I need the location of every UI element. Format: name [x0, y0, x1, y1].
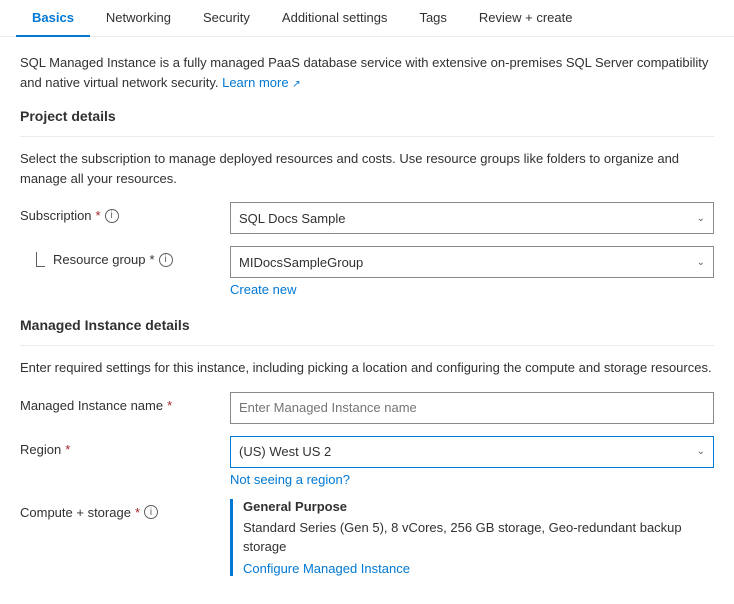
not-seeing-region-link[interactable]: Not seeing a region? — [230, 472, 350, 487]
compute-desc: Standard Series (Gen 5), 8 vCores, 256 G… — [243, 518, 714, 557]
managed-instance-name-row: Managed Instance name * — [20, 392, 714, 424]
managed-instance-details-desc: Enter required settings for this instanc… — [20, 358, 714, 378]
subscription-dropdown[interactable]: SQL Docs Sample ⌄ — [230, 202, 714, 234]
project-details-desc: Select the subscription to manage deploy… — [20, 149, 714, 188]
region-required: * — [65, 442, 70, 457]
intro-text: SQL Managed Instance is a fully managed … — [20, 53, 714, 92]
tab-review-create[interactable]: Review + create — [463, 0, 589, 37]
project-details-title: Project details — [20, 108, 714, 124]
configure-link[interactable]: Configure Managed Instance — [243, 561, 410, 576]
tab-additional-settings[interactable]: Additional settings — [266, 0, 404, 37]
region-dropdown-arrow: ⌄ — [697, 446, 705, 457]
tab-security[interactable]: Security — [187, 0, 266, 37]
tab-tags[interactable]: Tags — [403, 0, 462, 37]
resource-group-info-icon[interactable]: i — [159, 253, 173, 267]
subscription-info-icon[interactable]: i — [105, 209, 119, 223]
resource-group-row: Resource group * i MIDocsSampleGroup ⌄ C… — [20, 246, 714, 297]
compute-block: General Purpose Standard Series (Gen 5),… — [230, 499, 714, 576]
tab-bar: Basics Networking Security Additional se… — [0, 0, 734, 37]
managed-instance-name-input[interactable] — [230, 392, 714, 424]
tab-networking[interactable]: Networking — [90, 0, 187, 37]
region-label: Region * — [20, 436, 220, 457]
resource-group-dropdown-arrow: ⌄ — [697, 257, 705, 268]
resource-group-label: Resource group * i — [20, 246, 220, 267]
compute-required: * — [135, 505, 140, 520]
managed-instance-name-label: Managed Instance name * — [20, 392, 220, 413]
subscription-value: SQL Docs Sample — [239, 211, 345, 226]
compute-tier: General Purpose — [243, 499, 714, 514]
managed-instance-name-control — [230, 392, 714, 424]
resource-group-dropdown[interactable]: MIDocsSampleGroup ⌄ — [230, 246, 714, 278]
subscription-control: SQL Docs Sample ⌄ — [230, 202, 714, 234]
compute-storage-row: Compute + storage * i General Purpose St… — [20, 499, 714, 576]
region-dropdown[interactable]: (US) West US 2 ⌄ — [230, 436, 714, 468]
subscription-label: Subscription * i — [20, 202, 220, 223]
compute-info-icon[interactable]: i — [144, 505, 158, 519]
divider-2 — [20, 345, 714, 346]
divider-1 — [20, 136, 714, 137]
resource-group-control: MIDocsSampleGroup ⌄ Create new — [230, 246, 714, 297]
subscription-required: * — [96, 208, 101, 223]
create-new-link[interactable]: Create new — [230, 282, 296, 297]
name-required: * — [167, 398, 172, 413]
subscription-row: Subscription * i SQL Docs Sample ⌄ — [20, 202, 714, 234]
tab-basics[interactable]: Basics — [16, 0, 90, 37]
managed-instance-details-title: Managed Instance details — [20, 317, 714, 333]
learn-more-link[interactable]: Learn more ↗ — [222, 75, 301, 90]
main-content: SQL Managed Instance is a fully managed … — [0, 37, 734, 604]
region-value: (US) West US 2 — [239, 444, 331, 459]
subscription-dropdown-arrow: ⌄ — [697, 213, 705, 224]
resource-group-required: * — [150, 252, 155, 267]
external-link-icon: ↗ — [292, 79, 300, 90]
region-row: Region * (US) West US 2 ⌄ Not seeing a r… — [20, 436, 714, 487]
compute-storage-label: Compute + storage * i — [20, 499, 220, 520]
region-control: (US) West US 2 ⌄ Not seeing a region? — [230, 436, 714, 487]
resource-group-value: MIDocsSampleGroup — [239, 255, 363, 270]
compute-storage-control: General Purpose Standard Series (Gen 5),… — [230, 499, 714, 576]
